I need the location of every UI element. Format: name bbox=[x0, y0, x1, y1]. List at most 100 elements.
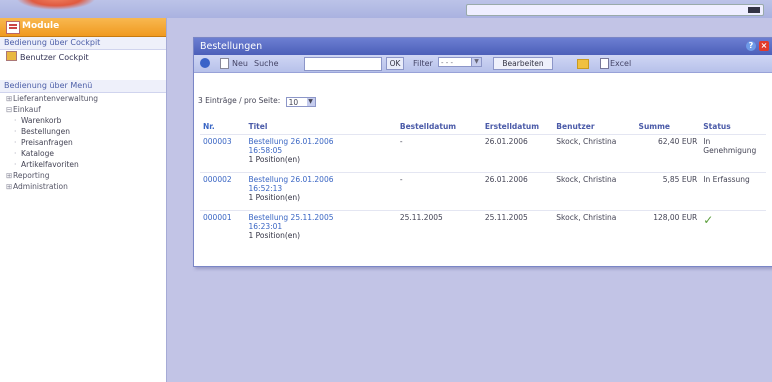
order-number-link[interactable]: 000001 bbox=[200, 210, 246, 249]
tree-item-reporting[interactable]: ⊞Reporting bbox=[0, 170, 166, 181]
expand-icon[interactable]: ⊞ bbox=[6, 181, 13, 192]
tree-item-artikelfavoriten[interactable]: · Artikelfavoriten bbox=[0, 159, 166, 170]
tree-item-bestellungen[interactable]: · Bestellungen bbox=[0, 126, 166, 137]
filter-value: - - - bbox=[441, 59, 454, 67]
module-header[interactable]: Module bbox=[0, 18, 166, 37]
folder-icon[interactable] bbox=[577, 59, 589, 69]
created-date: 26.01.2006 bbox=[481, 134, 554, 173]
column-header-status[interactable]: Status bbox=[700, 118, 766, 135]
bullet-icon: · bbox=[14, 138, 17, 147]
tree-item-label: Reporting bbox=[13, 171, 50, 180]
checkmark-icon: ✓ bbox=[700, 210, 766, 249]
tree-item-einkauf[interactable]: ⊟Einkauf bbox=[0, 104, 166, 115]
orders-table: Nr. Titel Bestelldatum Erstelldatum Benu… bbox=[200, 118, 766, 249]
bullet-icon: · bbox=[14, 149, 17, 158]
tree-item-administration[interactable]: ⊞Administration bbox=[0, 181, 166, 192]
order-date: 25.11.2005 bbox=[396, 210, 482, 249]
order-title-cell: Bestellung 26.01.2006 16:52:13 1 Positio… bbox=[245, 172, 397, 211]
created-date: 25.11.2005 bbox=[481, 210, 554, 249]
order-title-link[interactable]: Bestellung 25.11.2005 bbox=[249, 213, 394, 222]
created-date: 26.01.2006 bbox=[481, 172, 554, 211]
order-number-link[interactable]: 000002 bbox=[200, 172, 246, 211]
tree-item-label: Einkauf bbox=[13, 105, 41, 114]
order-time[interactable]: 16:23:01 bbox=[249, 222, 394, 231]
per-page-select[interactable]: 10 ▼ bbox=[285, 97, 316, 107]
order-sum: 128,00 EUR bbox=[635, 210, 701, 249]
edit-button[interactable]: Bearbeiten bbox=[493, 57, 553, 70]
tree-item-warenkorb[interactable]: · Warenkorb bbox=[0, 115, 166, 126]
tree-item-label: Warenkorb bbox=[21, 116, 62, 125]
column-header-titel[interactable]: Titel bbox=[246, 118, 397, 135]
search-label: Suche bbox=[254, 59, 279, 68]
tree-item-lieferantenverwaltung[interactable]: ⊞Lieferantenverwaltung bbox=[0, 93, 166, 104]
tree-item-label: Lieferantenverwaltung bbox=[13, 94, 99, 103]
expand-icon[interactable]: ⊞ bbox=[6, 93, 13, 104]
tree-item-label: Kataloge bbox=[21, 149, 54, 158]
column-header-summe[interactable]: Summe bbox=[636, 118, 701, 135]
cockpit-section-header: Bedienung über Cockpit bbox=[0, 37, 166, 50]
entries-count: 3 Einträge / pro Seite: bbox=[198, 96, 281, 105]
scroll-knob[interactable] bbox=[748, 7, 760, 13]
column-header-nr[interactable]: Nr. bbox=[200, 118, 246, 135]
tree-item-label: Bestellungen bbox=[21, 127, 71, 136]
column-header-benutzer[interactable]: Benutzer bbox=[553, 118, 635, 135]
sidebar: Module Bedienung über Cockpit Benutzer C… bbox=[0, 18, 167, 382]
chevron-down-icon: ▼ bbox=[306, 98, 315, 106]
excel-icon[interactable] bbox=[600, 58, 609, 69]
tree-item-label: Artikelfavoriten bbox=[21, 160, 79, 169]
paging-info: 3 Einträge / pro Seite: 10 ▼ bbox=[198, 96, 316, 107]
order-positions: 1 Position(en) bbox=[248, 193, 301, 202]
refresh-icon[interactable] bbox=[200, 58, 210, 68]
table-row[interactable]: 000002 Bestellung 26.01.2006 16:52:13 1 … bbox=[200, 172, 766, 211]
order-positions: 1 Position(en) bbox=[248, 231, 301, 240]
toolbar: Neu Suche OK Filter - - - ▼ Bearbeiten Ex… bbox=[194, 55, 772, 73]
tree-item-label: Administration bbox=[13, 182, 68, 191]
module-title: Module bbox=[22, 21, 60, 31]
order-title-cell: Bestellung 26.01.2006 16:58:05 1 Positio… bbox=[245, 134, 397, 173]
panel-title-bar: Bestellungen ? × bbox=[194, 38, 772, 55]
search-input[interactable] bbox=[304, 57, 382, 71]
column-header-bestelldatum[interactable]: Bestelldatum bbox=[397, 118, 482, 135]
order-time[interactable]: 16:52:13 bbox=[249, 184, 394, 193]
order-time[interactable]: 16:58:05 bbox=[249, 146, 394, 155]
table-row[interactable]: 000001 Bestellung 25.11.2005 16:23:01 1 … bbox=[200, 210, 766, 249]
top-scrollbar[interactable] bbox=[466, 4, 764, 16]
sidebar-link-benutzer-cockpit[interactable]: Benutzer Cockpit bbox=[0, 50, 166, 66]
panel-title: Bestellungen bbox=[200, 41, 263, 52]
expand-icon[interactable]: ⊞ bbox=[6, 170, 13, 181]
filter-label: Filter bbox=[413, 59, 433, 68]
user-name: Skock, Christina bbox=[553, 210, 636, 249]
excel-button[interactable]: Excel bbox=[610, 59, 631, 68]
menu-section-header: Bedienung über Menü bbox=[0, 80, 166, 93]
bullet-icon: · bbox=[14, 160, 17, 169]
close-icon[interactable]: × bbox=[759, 41, 769, 51]
top-bar bbox=[0, 0, 772, 18]
order-date: - bbox=[396, 134, 482, 173]
order-sum: 5,85 EUR bbox=[635, 172, 701, 211]
order-title-link[interactable]: Bestellung 26.01.2006 bbox=[249, 175, 394, 184]
help-icon[interactable]: ? bbox=[746, 41, 756, 51]
new-document-icon[interactable] bbox=[220, 58, 229, 69]
bullet-icon: · bbox=[14, 127, 17, 136]
table-row[interactable]: 000003 Bestellung 26.01.2006 16:58:05 1 … bbox=[200, 134, 766, 173]
order-date: - bbox=[396, 172, 482, 211]
home-icon bbox=[6, 51, 17, 61]
per-page-value: 10 bbox=[288, 98, 299, 107]
filter-select[interactable]: - - - ▼ bbox=[438, 57, 482, 67]
sidebar-link-label: Benutzer Cockpit bbox=[20, 53, 89, 62]
order-sum: 62,40 EUR bbox=[635, 134, 701, 173]
new-button[interactable]: Neu bbox=[232, 59, 248, 68]
status-check: ✓ bbox=[703, 213, 714, 227]
orders-panel: Bestellungen ? × Neu Suche OK Filter - -… bbox=[193, 37, 772, 267]
order-number-link[interactable]: 000003 bbox=[200, 134, 246, 173]
tree-item-preisanfragen[interactable]: · Preisanfragen bbox=[0, 137, 166, 148]
tree-item-kataloge[interactable]: · Kataloge bbox=[0, 148, 166, 159]
ok-button[interactable]: OK bbox=[386, 57, 404, 70]
order-title-cell: Bestellung 25.11.2005 16:23:01 1 Positio… bbox=[245, 210, 397, 249]
collapse-icon[interactable]: ⊟ bbox=[6, 104, 13, 115]
logo bbox=[16, 0, 96, 10]
order-title-link[interactable]: Bestellung 26.01.2006 bbox=[249, 137, 394, 146]
module-icon bbox=[6, 21, 20, 34]
column-header-erstelldatum[interactable]: Erstelldatum bbox=[482, 118, 553, 135]
table-header-row: Nr. Titel Bestelldatum Erstelldatum Benu… bbox=[200, 118, 766, 135]
